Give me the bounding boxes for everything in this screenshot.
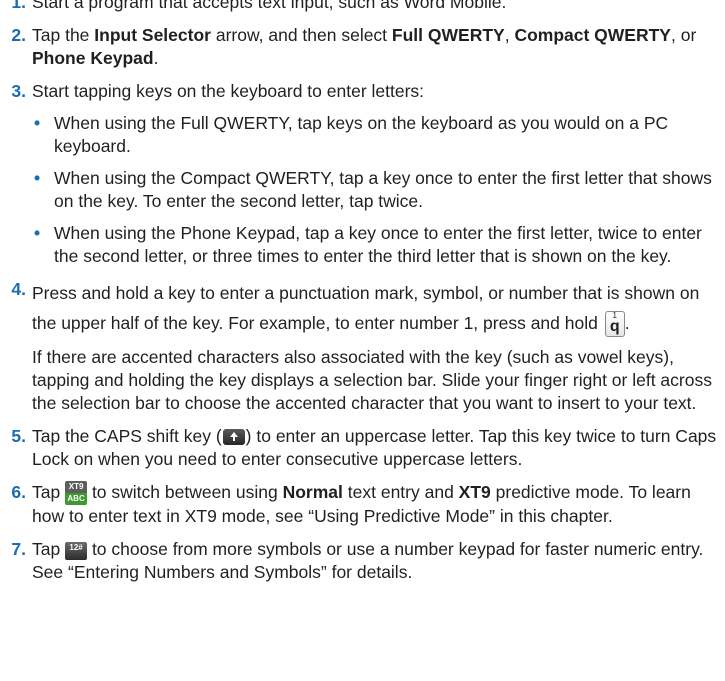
bullet-text: When using the Phone Keypad, tap a key o… — [54, 223, 702, 266]
step-text: Tap the Input Selector arrow, and then s… — [32, 24, 725, 70]
step-text: Tap the CAPS shift key () to enter an up… — [32, 425, 725, 471]
term-phone-keypad: Phone Keypad — [32, 48, 154, 68]
text-run: . — [153, 48, 159, 68]
step-text: Press and hold a key to enter a punctuat… — [32, 278, 725, 338]
term-normal: Normal — [282, 482, 343, 502]
term-full-qwerty: Full QWERTY — [391, 25, 505, 45]
text-run: , — [504, 25, 515, 45]
text-run: Tap the — [32, 25, 95, 45]
term-input-selector: Input Selector — [94, 25, 211, 45]
step-number: 6. — [11, 482, 26, 502]
step-continuation: If there are accented characters also as… — [32, 347, 712, 413]
bullet-icon: • — [34, 223, 41, 243]
symbols-key-icon: 12# — [65, 541, 88, 560]
text-run: to choose from more symbols or use a num… — [32, 539, 704, 583]
step-number: 1. — [11, 0, 26, 12]
step-3: 3. Start tapping keys on the keyboard to… — [0, 80, 725, 268]
step-number: 4. — [11, 279, 26, 299]
text-run: , or — [670, 25, 697, 45]
text-run: Tap the CAPS shift key ( — [32, 426, 222, 446]
step-1: 1. Start a program that accepts text inp… — [0, 0, 725, 14]
instruction-page: 1. Start a program that accepts text inp… — [0, 0, 725, 594]
term-xt9: XT9 — [458, 482, 491, 502]
text-run: arrow, and then select — [210, 25, 392, 45]
step-number: 7. — [11, 539, 26, 560]
step-2: 2. Tap the Input Selector arrow, and the… — [0, 24, 725, 70]
text-run: text entry and — [342, 482, 459, 502]
step-text: Start a program that accepts text input,… — [32, 0, 507, 12]
step-6: 6. Tap XT9 ABC to switch between using No… — [0, 481, 725, 528]
step-number: 3. — [11, 81, 26, 101]
text-run: Tap — [32, 539, 66, 560]
text-run: Press and hold a key to enter a punctuat… — [32, 283, 700, 333]
step-5: 5. Tap the CAPS shift key () to enter an… — [0, 425, 725, 471]
icon-label-top: XT9 — [68, 482, 84, 492]
step-text: Tap XT9 ABC to switch between using Norma… — [32, 481, 725, 528]
key-letter: q — [609, 318, 620, 336]
step-7: 7. Tap 12# to choose from more symbols o… — [0, 538, 725, 584]
step-number: 2. — [11, 25, 26, 45]
caps-shift-icon — [222, 429, 245, 446]
step-text: Start tapping keys on the keyboard to en… — [32, 81, 425, 101]
bullet-item: • When using the Full QWERTY, tap keys o… — [32, 112, 725, 158]
term-compact-qwerty: Compact QWERTY — [514, 25, 671, 45]
text-run: . — [624, 313, 630, 333]
step-text: Tap 12# to choose from more symbols or u… — [32, 538, 725, 584]
xt9-abc-icon: XT9 ABC — [65, 481, 88, 506]
icon-label-bottom: ABC — [67, 494, 85, 504]
bullet-item: • When using the Compact QWERTY, tap a k… — [32, 167, 725, 213]
bullet-text: When using the Full QWERTY, tap keys on … — [54, 113, 669, 156]
text-run: to switch between using — [87, 482, 283, 502]
bullet-icon: • — [34, 168, 41, 188]
bullet-item: • When using the Phone Keypad, tap a key… — [32, 222, 725, 268]
step-4: 4. Press and hold a key to enter a punct… — [0, 278, 725, 415]
bullet-icon: • — [34, 113, 41, 133]
q-key-icon: 1q — [604, 311, 625, 338]
step-number: 5. — [11, 426, 26, 446]
text-run: Tap — [32, 482, 66, 502]
bullet-text: When using the Compact QWERTY, tap a key… — [54, 168, 712, 211]
